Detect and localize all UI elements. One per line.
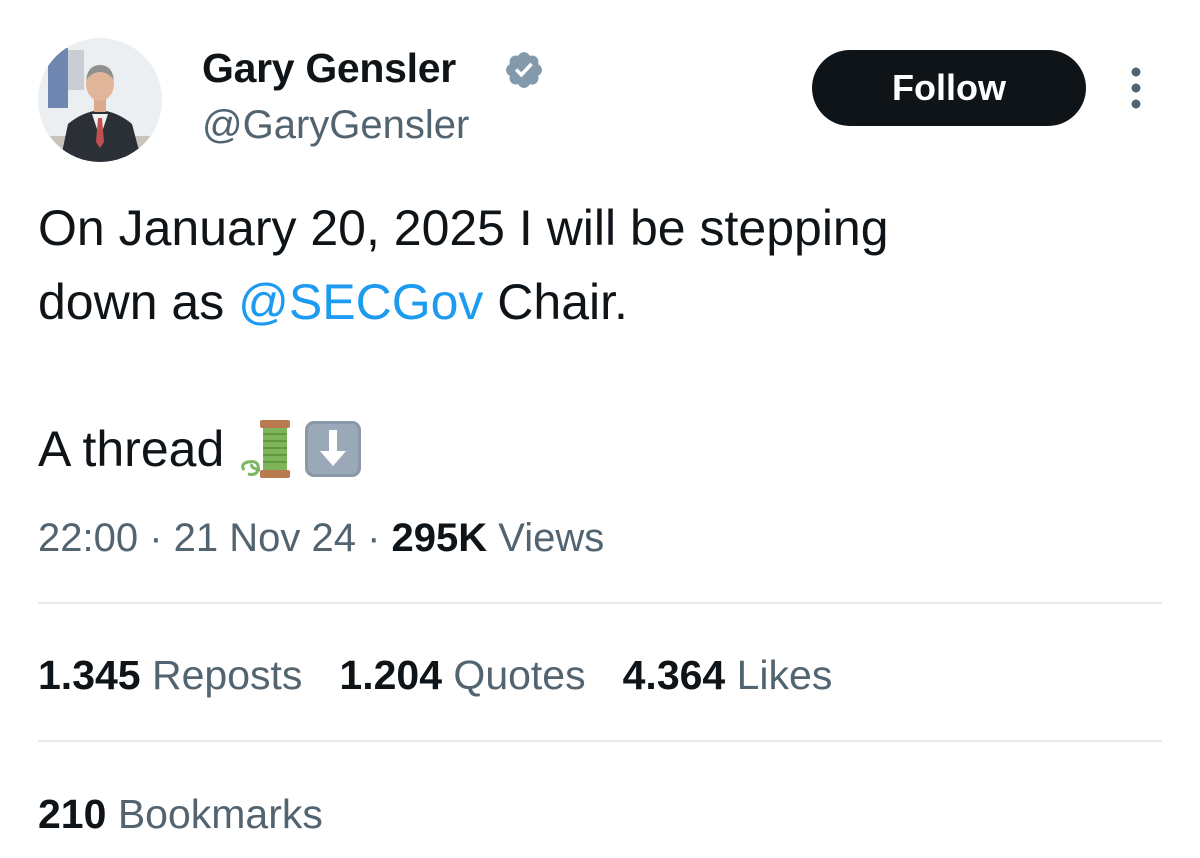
views-label: Views (487, 516, 605, 560)
quotes-stat[interactable]: 1.204 Quotes (339, 647, 585, 703)
avatar[interactable] (38, 38, 162, 162)
quotes-label: Quotes (442, 652, 586, 698)
more-options-icon[interactable] (1122, 66, 1150, 110)
reposts-count: 1.345 (38, 652, 141, 698)
quotes-count: 1.204 (339, 652, 443, 698)
meta-separator: · (356, 516, 392, 560)
likes-stat[interactable]: 4.364 Likes (623, 647, 833, 703)
tweet-time[interactable]: 22:00 (38, 516, 138, 560)
tweet-text-suffix: Chair. (483, 274, 628, 330)
divider (38, 602, 1162, 604)
display-name[interactable]: Gary Gensler (202, 40, 456, 96)
divider (38, 740, 1162, 742)
likes-count: 4.364 (622, 652, 726, 698)
reposts-label: Reposts (140, 652, 303, 698)
views-count: 295K (391, 516, 488, 560)
reposts-stat[interactable]: 1.345 Reposts (38, 647, 302, 703)
engagement-stats: 1.345 Reposts 1.204 Quotes 4.364 Likes (38, 647, 869, 703)
tweet-date[interactable]: 21 Nov 24 (174, 516, 356, 560)
follow-button[interactable]: Follow (812, 50, 1086, 126)
tweet-text-line-1: On January 20, 2025 I will be stepping (38, 200, 889, 256)
bookmarks-label: Bookmarks (106, 791, 323, 837)
verified-badge-icon[interactable] (503, 49, 545, 91)
thread-label: A thread (38, 421, 225, 477)
down-arrow-icon (302, 418, 364, 480)
bookmarks-stat[interactable]: 210 Bookmarks (38, 786, 323, 842)
user-handle[interactable]: @GaryGensler (202, 100, 469, 150)
tweet-text-line-2: down as @SECGov Chair. (38, 271, 628, 333)
thread-spool-icon (238, 418, 300, 480)
meta-separator: · (138, 516, 174, 560)
tweet-text-prefix: down as (38, 274, 239, 330)
bookmarks-count: 210 (38, 791, 107, 837)
profile-photo-icon (38, 38, 162, 162)
tweet-text-line-3: A thread (38, 418, 364, 480)
mention-link[interactable]: @SECGov (238, 274, 483, 330)
tweet-meta: 22:00 · 21 Nov 24 · 295K Views (38, 512, 604, 564)
likes-label: Likes (725, 652, 833, 698)
